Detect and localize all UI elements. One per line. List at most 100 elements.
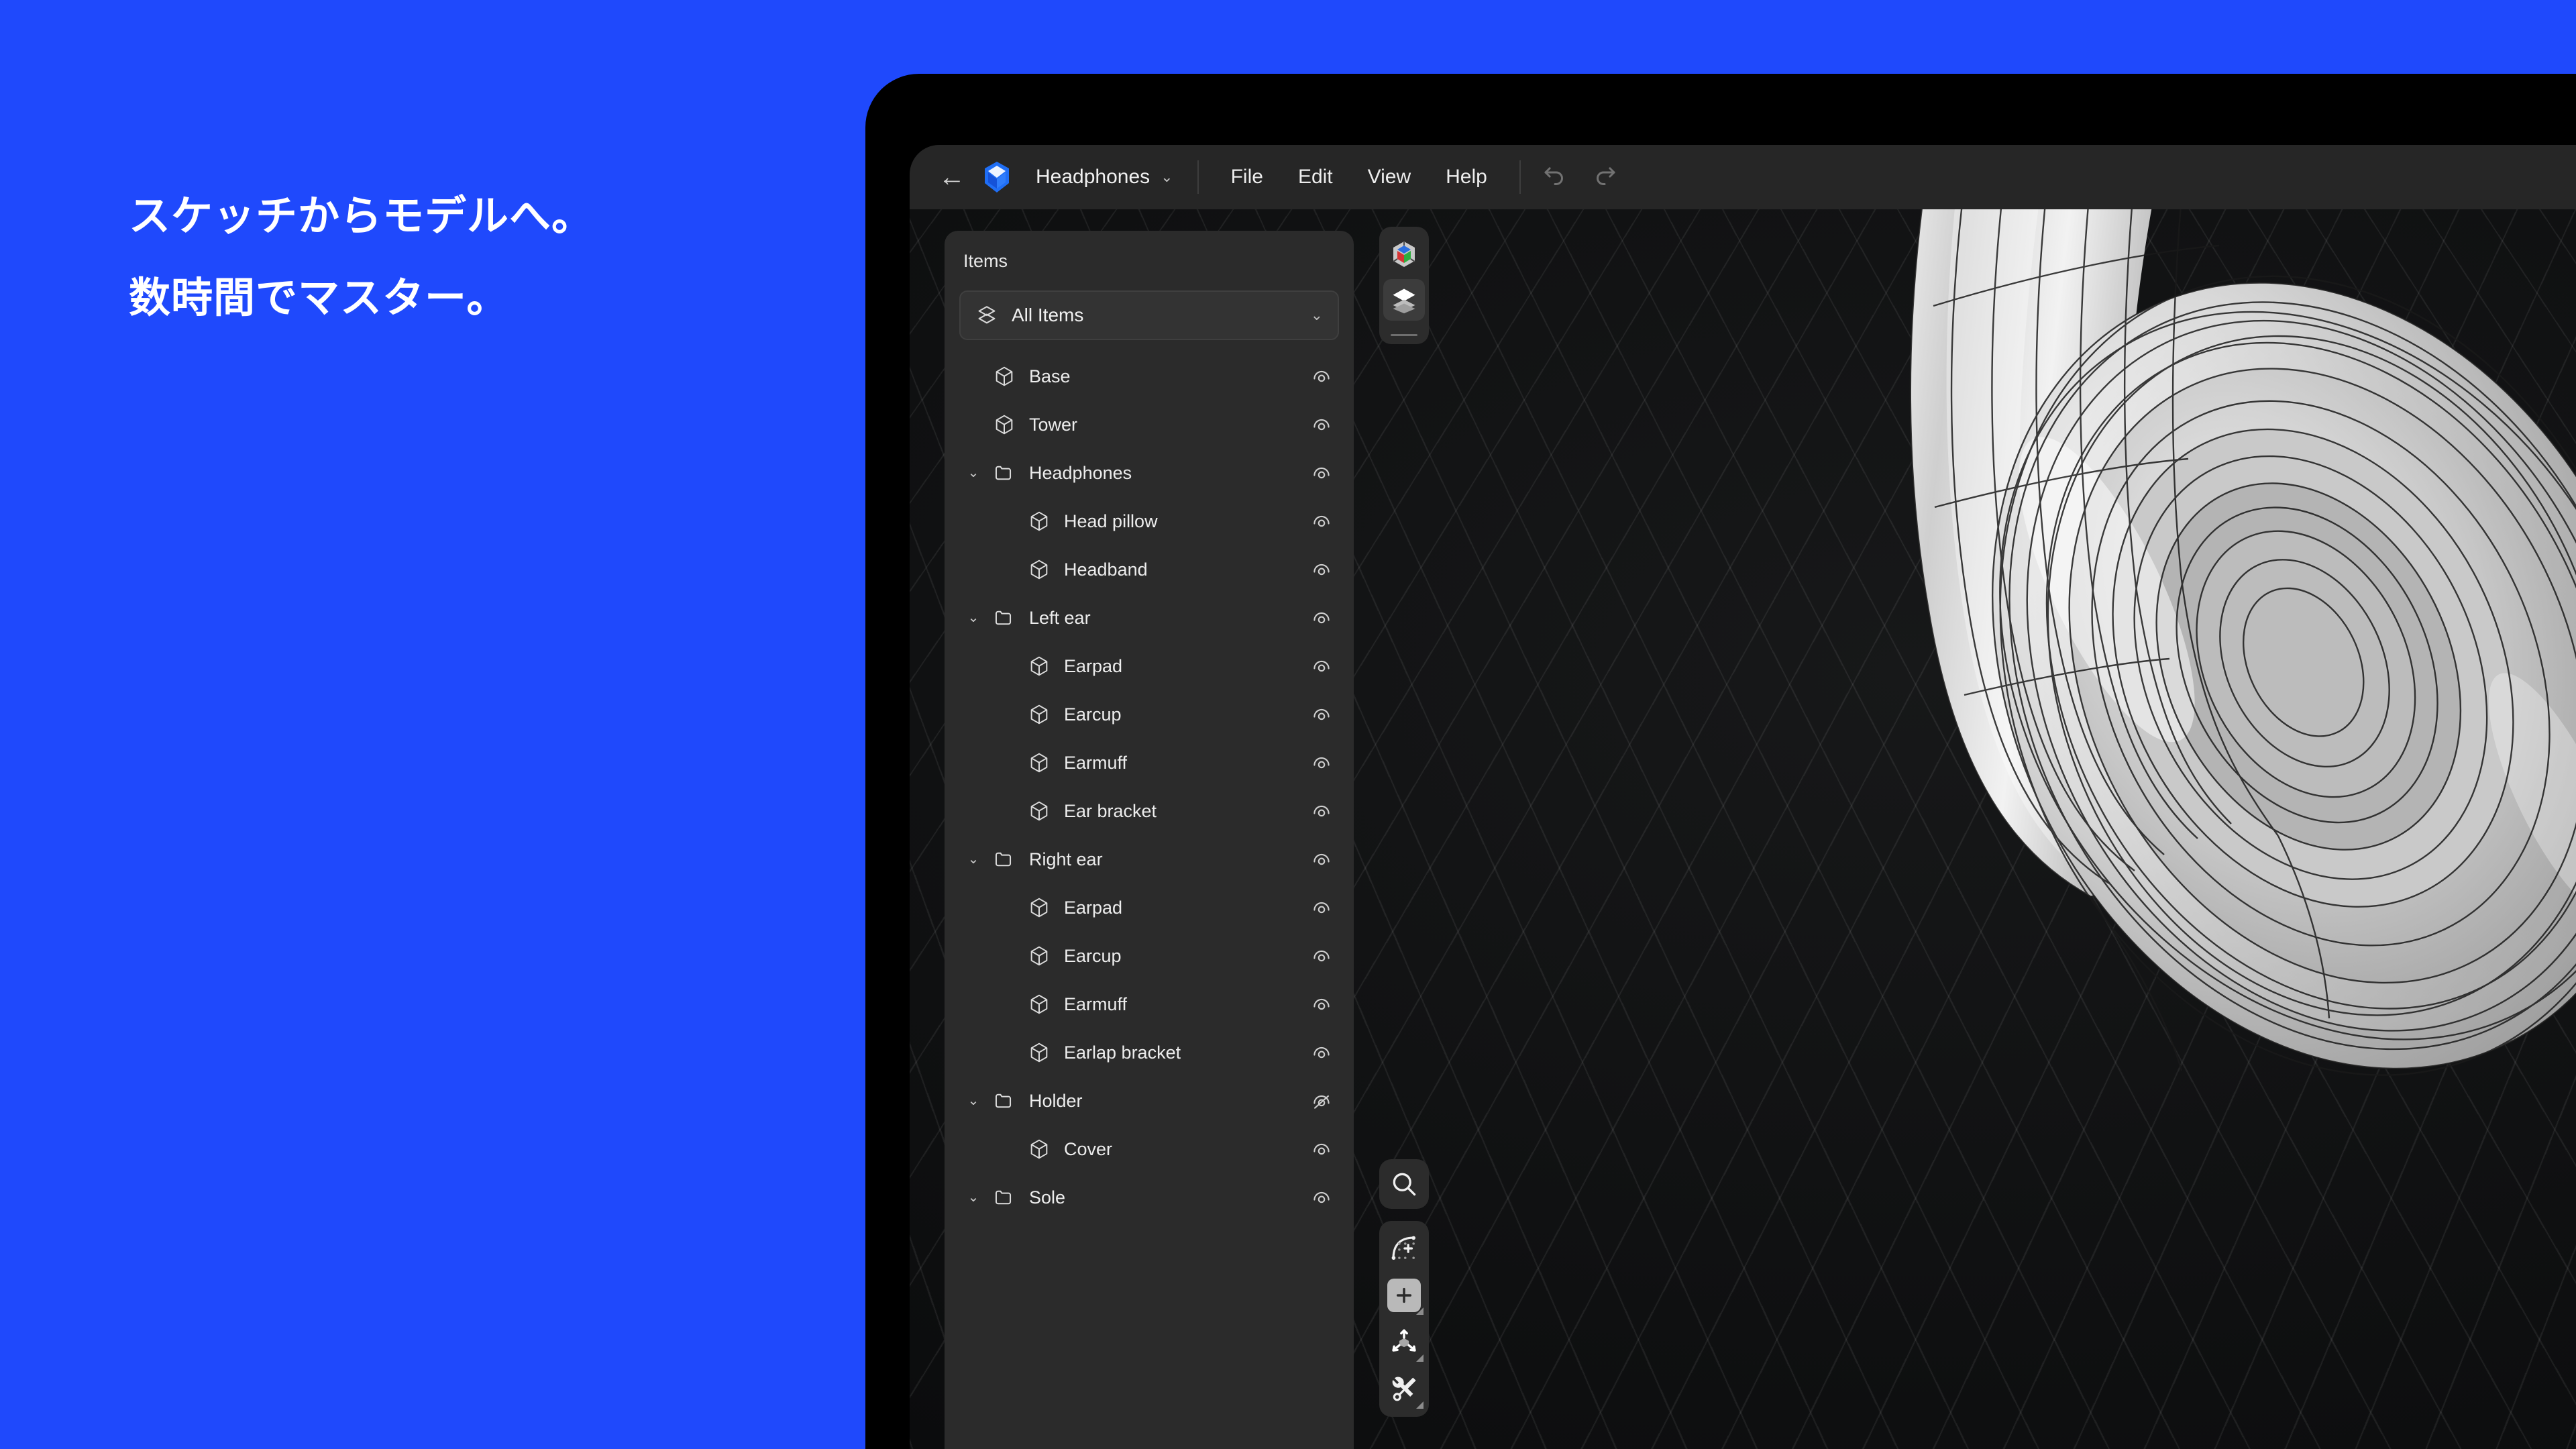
tree-expand-toggle[interactable]: ⌄	[958, 466, 989, 480]
utilities-tools-icon[interactable]	[1383, 1368, 1425, 1410]
tree-item-tower[interactable]: Tower	[945, 400, 1354, 449]
tree-item-base[interactable]: Base	[945, 352, 1354, 400]
menu-view[interactable]: View	[1350, 159, 1428, 195]
move-transform-icon[interactable]	[1383, 1322, 1425, 1363]
eye-visible-icon[interactable]	[1310, 896, 1333, 919]
visibility-toggle[interactable]	[1307, 606, 1336, 629]
menu-edit[interactable]: Edit	[1281, 159, 1350, 195]
cube-icon-wrap	[1024, 993, 1055, 1016]
tree-item-label: Ear bracket	[1064, 800, 1157, 821]
eye-visible-icon[interactable]	[1310, 365, 1333, 388]
tree-item-sole[interactable]: ⌄ Sole	[945, 1173, 1354, 1222]
tree-expand-toggle[interactable]: ⌄	[958, 1191, 989, 1204]
eye-visible-icon[interactable]	[1310, 558, 1333, 581]
tree-item-ear-bracket[interactable]: Ear bracket	[945, 787, 1354, 835]
tools-toolbar	[1379, 1221, 1429, 1417]
promo-headline-line-2: 数時間でマスター。	[129, 275, 509, 322]
tree-item-label: Earmuff	[1064, 994, 1128, 1014]
eye-visible-icon[interactable]	[1310, 993, 1333, 1016]
eye-hidden-icon[interactable]	[1310, 1089, 1333, 1112]
eye-visible-icon[interactable]	[1310, 945, 1333, 967]
tree-item-label: Headphones	[1029, 462, 1132, 483]
add-plus-icon[interactable]	[1383, 1275, 1425, 1316]
visibility-toggle[interactable]	[1307, 1138, 1336, 1161]
tree-item-headband[interactable]: Headband	[945, 545, 1354, 594]
eye-visible-icon[interactable]	[1310, 703, 1333, 726]
menu-file[interactable]: File	[1214, 159, 1281, 195]
eye-visible-icon[interactable]	[1310, 1186, 1333, 1209]
visibility-toggle[interactable]	[1307, 365, 1336, 388]
tree-item-holder[interactable]: ⌄ Holder	[945, 1077, 1354, 1125]
document-title-dropdown[interactable]: Headphones ⌄	[1026, 158, 1183, 197]
folder-icon-wrap	[989, 1186, 1020, 1209]
tree-item-earpad[interactable]: Earpad	[945, 642, 1354, 690]
eye-visible-icon[interactable]	[1310, 655, 1333, 678]
tree-item-earmuff[interactable]: Earmuff	[945, 739, 1354, 787]
layers-icon[interactable]	[1383, 279, 1425, 321]
folder-icon-wrap	[989, 848, 1020, 871]
cube-icon	[1030, 946, 1048, 966]
redo-icon[interactable]	[1585, 158, 1624, 197]
eye-visible-icon[interactable]	[1310, 413, 1333, 436]
menu-help[interactable]: Help	[1428, 159, 1505, 195]
cube-icon-wrap	[1024, 1041, 1055, 1064]
visibility-toggle[interactable]	[1307, 993, 1336, 1016]
visibility-toggle[interactable]	[1307, 510, 1336, 533]
visibility-toggle[interactable]	[1307, 413, 1336, 436]
tree-item-cover[interactable]: Cover	[945, 1125, 1354, 1173]
tree-item-label: Earpad	[1064, 655, 1123, 676]
tree-item-earpad[interactable]: Earpad	[945, 883, 1354, 932]
cube-icon	[996, 415, 1013, 435]
visibility-toggle[interactable]	[1307, 848, 1336, 871]
tree-item-right-ear[interactable]: ⌄ Right ear	[945, 835, 1354, 883]
tree-item-headphones[interactable]: ⌄ Headphones	[945, 449, 1354, 497]
cube-icon	[1030, 898, 1048, 918]
visibility-toggle[interactable]	[1307, 945, 1336, 967]
visibility-toggle[interactable]	[1307, 703, 1336, 726]
tree-item-left-ear[interactable]: ⌄ Left ear	[945, 594, 1354, 642]
flyout-indicator-icon	[1416, 1401, 1424, 1409]
undo-icon[interactable]	[1536, 158, 1574, 197]
visibility-toggle[interactable]	[1307, 751, 1336, 774]
tree-item-earcup[interactable]: Earcup	[945, 932, 1354, 980]
tree-expand-toggle[interactable]: ⌄	[958, 853, 989, 866]
cube-icon	[1030, 801, 1048, 821]
visibility-toggle[interactable]	[1307, 896, 1336, 919]
tree-item-label: Left ear	[1029, 607, 1091, 628]
tree-expand-toggle[interactable]: ⌄	[958, 611, 989, 625]
visibility-toggle[interactable]	[1307, 1041, 1336, 1064]
visibility-toggle[interactable]	[1307, 1089, 1336, 1112]
visibility-toggle[interactable]	[1307, 1186, 1336, 1209]
tree-item-head-pillow[interactable]: Head pillow	[945, 497, 1354, 545]
visibility-toggle[interactable]	[1307, 462, 1336, 484]
visibility-toggle[interactable]	[1307, 558, 1336, 581]
axis-gizmo-cube-icon[interactable]	[1383, 233, 1425, 275]
back-arrow-icon[interactable]: ←	[932, 158, 971, 197]
tree-item-earmuff[interactable]: Earmuff	[945, 980, 1354, 1028]
cube-icon-wrap	[1024, 1138, 1055, 1161]
blue-cube-logo-icon	[985, 162, 1009, 193]
eye-visible-icon[interactable]	[1310, 848, 1333, 871]
cube-icon-wrap	[1024, 558, 1055, 581]
visibility-toggle[interactable]	[1307, 800, 1336, 822]
visibility-toggle[interactable]	[1307, 655, 1336, 678]
items-panel-title: Items	[963, 251, 1008, 271]
eye-visible-icon[interactable]	[1310, 1041, 1333, 1064]
folder-icon	[995, 1093, 1012, 1108]
all-items-select[interactable]: All Items ⌄	[959, 290, 1339, 340]
chevron-down-icon: ⌄	[967, 1190, 979, 1205]
tree-item-earcup[interactable]: Earcup	[945, 690, 1354, 739]
search-icon[interactable]	[1383, 1163, 1425, 1205]
eye-visible-icon[interactable]	[1310, 1138, 1333, 1161]
sketch-curve-add-icon[interactable]	[1383, 1228, 1425, 1269]
items-tree: Base Tower ⌄ Headphones Head pillow Headband ⌄…	[945, 352, 1354, 1222]
tree-expand-toggle[interactable]: ⌄	[958, 1094, 989, 1108]
eye-visible-icon[interactable]	[1310, 751, 1333, 774]
tree-item-earlap-bracket[interactable]: Earlap bracket	[945, 1028, 1354, 1077]
eye-visible-icon[interactable]	[1310, 462, 1333, 484]
tree-item-label: Earcup	[1064, 704, 1122, 724]
tree-item-label: Sole	[1029, 1187, 1066, 1208]
eye-visible-icon[interactable]	[1310, 800, 1333, 822]
eye-visible-icon[interactable]	[1310, 606, 1333, 629]
eye-visible-icon[interactable]	[1310, 510, 1333, 533]
